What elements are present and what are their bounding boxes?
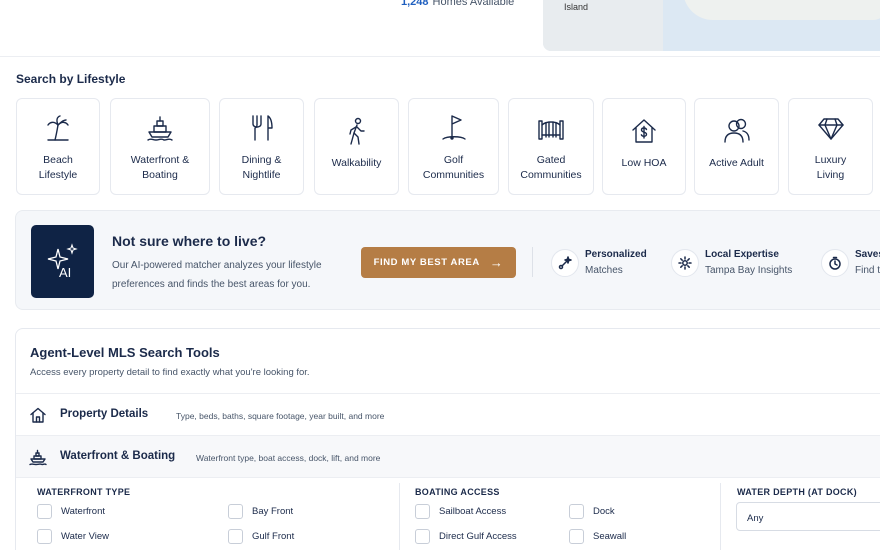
boating-access-heading: BOATING ACCESS <box>415 487 500 497</box>
feature-title: Local Expertise <box>705 249 779 260</box>
find-button-label: FIND MY BEST AREA <box>373 257 480 268</box>
homes-label: Homes Available <box>432 0 515 8</box>
clock-icon <box>821 249 849 277</box>
lifestyle-card-golf[interactable]: Golf Communities <box>408 98 499 195</box>
top-strip: 1,248 Homes Available Island <box>0 0 880 57</box>
checkbox-dock[interactable]: Dock <box>569 504 615 519</box>
feature-subtitle: Tampa Bay Insights <box>705 265 793 276</box>
waterfront-type-heading: WATERFRONT TYPE <box>37 487 131 497</box>
water-depth-heading: WATER DEPTH (AT DOCK) <box>737 487 857 497</box>
accordion-waterfront-boating[interactable]: Waterfront & Boating Waterfront type, bo… <box>16 435 880 477</box>
ai-tile-text: AI <box>59 265 71 280</box>
feature-title: Personalized <box>585 249 647 260</box>
homes-available-count: 1,248 Homes Available <box>401 0 514 8</box>
checkbox-seawall[interactable]: Seawall <box>569 529 626 544</box>
boat-icon <box>147 116 173 141</box>
checkbox-waterfront[interactable]: Waterfront <box>37 504 105 519</box>
checkbox-box[interactable] <box>228 504 243 519</box>
ai-sparkle-tile: AI <box>31 225 94 298</box>
lifestyle-card-gated[interactable]: Gated Communities <box>508 98 594 195</box>
checkbox-label: Water View <box>61 531 110 542</box>
column-divider <box>399 483 400 550</box>
gate-icon <box>538 120 564 140</box>
accordion-description: Type, beds, baths, square footage, year … <box>176 411 385 421</box>
checkbox-box[interactable] <box>569 529 584 544</box>
lifestyle-section-title: Search by Lifestyle <box>16 72 126 86</box>
fork-knife-icon <box>251 115 273 141</box>
accordion-description: Waterfront type, boat access, dock, lift… <box>196 453 381 463</box>
checkbox-bay-front[interactable]: Bay Front <box>228 504 293 519</box>
checkbox-label: Gulf Front <box>252 531 295 542</box>
lifestyle-card-low-hoa[interactable]: Low HOA <box>602 98 686 195</box>
walking-person-icon <box>348 117 365 145</box>
lifestyle-card-label: Golf Communities <box>422 154 485 181</box>
checkbox-sailboat-access[interactable]: Sailboat Access <box>415 504 506 519</box>
ai-matcher-banner: AI Not sure where to live? Our AI-powere… <box>15 210 880 310</box>
lifestyle-card-waterfront[interactable]: Waterfront & Boating <box>110 98 210 195</box>
checkbox-box[interactable] <box>569 504 584 519</box>
arrow-right-icon: → <box>489 255 504 270</box>
lifestyle-card-active-adult[interactable]: Active Adult <box>694 98 779 195</box>
lifestyle-card-label: Waterfront & Boating <box>130 154 190 181</box>
golf-flag-icon <box>441 115 466 140</box>
checkbox-box[interactable] <box>415 504 430 519</box>
accordion-property-details[interactable]: Property Details Type, beds, baths, squa… <box>16 393 880 435</box>
mls-subtitle: Access every property detail to find exa… <box>30 367 310 378</box>
lifestyle-card-luxury[interactable]: Luxury Living <box>788 98 873 195</box>
accordion-title: Property Details <box>60 408 149 420</box>
mls-search-tools: Agent-Level MLS Search Tools Access ever… <box>15 328 880 550</box>
lifestyle-card-label: Active Adult <box>709 157 764 169</box>
checkbox-box[interactable] <box>37 529 52 544</box>
checkbox-box[interactable] <box>37 504 52 519</box>
checkbox-gulf-front[interactable]: Gulf Front <box>228 529 294 544</box>
banner-divider <box>532 247 533 277</box>
waterfront-filter-panel: WATERFRONT TYPE Waterfront Bay Front Wat… <box>16 477 880 550</box>
diamond-icon <box>817 118 844 140</box>
checkbox-label: Direct Gulf Access <box>439 531 517 542</box>
checkbox-label: Bay Front <box>252 506 294 517</box>
lifestyle-card-label: Walkability <box>331 157 382 169</box>
checkbox-label: Dock <box>593 506 615 517</box>
checkbox-box[interactable] <box>415 529 430 544</box>
lifestyle-card-label: Low HOA <box>621 157 667 169</box>
lifestyle-card-label: Luxury Living <box>814 154 847 181</box>
lifestyle-card-beach[interactable]: Beach Lifestyle <box>16 98 100 195</box>
water-depth-select[interactable]: Any <box>736 502 880 531</box>
house-icon <box>29 406 47 424</box>
checkbox-label: Seawall <box>593 531 627 542</box>
feature-title: Saves <box>855 249 880 260</box>
house-dollar-icon <box>632 119 656 143</box>
checkbox-water-view[interactable]: Water View <box>37 529 109 544</box>
accordion-title: Waterfront & Boating <box>60 450 176 462</box>
map-land <box>543 0 663 51</box>
lifestyle-card-label: Gated Communities <box>520 154 582 181</box>
gear-badge-icon <box>671 249 699 277</box>
feature-subtitle: Find t <box>855 265 880 276</box>
select-value: Any <box>747 513 764 524</box>
lifestyle-card-dining[interactable]: Dining & Nightlife <box>219 98 304 195</box>
homes-count: 1,248 <box>401 0 429 8</box>
lifestyle-card-label: Beach Lifestyle <box>38 154 78 181</box>
map-place-label: Island <box>564 2 589 12</box>
mls-title: Agent-Level MLS Search Tools <box>30 345 220 360</box>
palm-tree-icon <box>47 115 69 141</box>
checkbox-box[interactable] <box>228 529 243 544</box>
checkbox-label: Waterfront <box>61 506 105 517</box>
checkbox-label: Sailboat Access <box>439 506 507 517</box>
column-divider <box>720 483 721 550</box>
checkbox-direct-gulf-access[interactable]: Direct Gulf Access <box>415 529 517 544</box>
boat-icon <box>29 448 47 466</box>
lifestyle-card-label: Dining & Nightlife <box>241 154 282 181</box>
ai-banner-title: Not sure where to live? <box>112 233 267 249</box>
find-my-best-area-button[interactable]: FIND MY BEST AREA → <box>361 247 516 278</box>
map-thumbnail[interactable]: Island <box>543 0 880 51</box>
map-land <box>683 0 880 20</box>
people-icon <box>723 118 750 143</box>
sparkle-route-icon <box>551 249 579 277</box>
feature-subtitle: Matches <box>585 265 623 276</box>
lifestyle-card-walkability[interactable]: Walkability <box>314 98 399 195</box>
ai-banner-description: Our AI-powered matcher analyzes your lif… <box>112 260 322 290</box>
ai-sparkle-icon: AI <box>47 243 78 280</box>
